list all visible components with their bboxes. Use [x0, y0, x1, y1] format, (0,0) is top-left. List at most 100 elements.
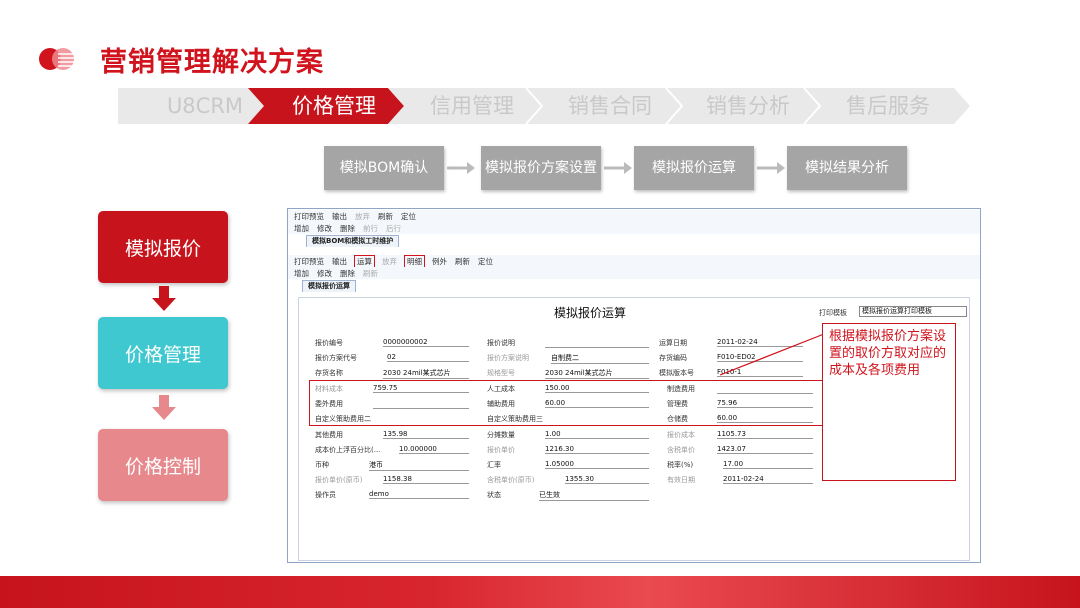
delete-button[interactable]: 删除 — [340, 268, 355, 279]
field-label: 含税单价 — [667, 446, 695, 454]
field-label: 状态 — [487, 491, 501, 499]
refresh-button[interactable]: 刷新 — [378, 211, 393, 222]
spec-field[interactable]: 2030 24mil某式芯片 — [545, 368, 649, 379]
valid-date-field[interactable]: 2011-02-24 — [723, 475, 813, 484]
calculate-button[interactable]: 运算 — [354, 254, 375, 268]
callout-connector — [720, 333, 825, 376]
brand-logo-icon — [39, 48, 76, 70]
field-label: 报价方案说明 — [487, 354, 529, 362]
tab-bom-maintenance[interactable]: 模拟BOM和模拟工时维护 — [306, 235, 400, 247]
delete-button[interactable]: 删除 — [340, 223, 355, 234]
field-label: 汇率 — [487, 461, 501, 469]
currency-field[interactable]: 港币 — [369, 460, 469, 471]
exception-button[interactable]: 例外 — [432, 256, 447, 267]
form-title: 模拟报价运算 — [554, 306, 627, 320]
operator-field[interactable]: demo — [369, 490, 469, 499]
add-button[interactable]: 增加 — [294, 223, 309, 234]
field-label: 报价方案代号 — [315, 354, 357, 362]
flow-step-result-analysis: 模拟结果分析 — [787, 146, 907, 190]
refresh-button[interactable]: 刷新 — [363, 268, 378, 279]
step-simulated-quote: 模拟报价 — [98, 211, 228, 283]
field-label: 规格型号 — [487, 369, 515, 377]
scheme-code-field[interactable]: 02 — [387, 353, 469, 362]
field-label: 辅助费用 — [487, 400, 515, 408]
print-template-label: 打印模板 — [819, 309, 847, 317]
quote-desc-field[interactable] — [545, 338, 649, 348]
breadcrumb-item-price[interactable]: 价格管理 — [272, 88, 396, 124]
field-label: 制造费用 — [667, 385, 695, 393]
field-label: 运算日期 — [659, 339, 687, 347]
locate-button[interactable]: 定位 — [478, 256, 493, 267]
field-label: 存货名称 — [315, 369, 343, 377]
field-label: 报价成本 — [667, 431, 695, 439]
next-row-button[interactable]: 后行 — [386, 223, 401, 234]
field-label: 报价编号 — [315, 339, 343, 347]
inventory-name-field[interactable]: 2030 24mil某式芯片 — [383, 368, 469, 379]
discard-button[interactable]: 放弃 — [355, 211, 370, 222]
footer-band — [0, 576, 1080, 608]
quote-price-orig-field[interactable]: 1158.38 — [383, 475, 469, 484]
toolbar-3: 打印预览 输出 运算 放弃 明细 例外 刷新 定位 — [288, 254, 980, 268]
step-price-control: 价格控制 — [98, 429, 228, 501]
manufacturing-cost-field[interactable] — [717, 384, 813, 394]
status-field[interactable]: 已生效 — [539, 490, 649, 501]
add-button[interactable]: 增加 — [294, 268, 309, 279]
outsourcing-cost-field[interactable] — [373, 399, 469, 409]
management-fee-field[interactable]: 75.96 — [717, 399, 813, 408]
refresh-button[interactable]: 刷新 — [455, 256, 470, 267]
toolbar-1: 打印预览 输出 放弃 刷新 定位 — [288, 210, 980, 222]
breadcrumb-item-u8crm[interactable]: U8CRM — [150, 88, 260, 124]
field-label: 存货编码 — [659, 354, 687, 362]
storage-fee-field[interactable]: 60.00 — [717, 414, 813, 423]
locate-button[interactable]: 定位 — [401, 211, 416, 222]
custom-fee-3-field[interactable] — [565, 414, 649, 423]
labor-cost-field[interactable]: 150.00 — [545, 384, 649, 393]
material-cost-field[interactable]: 759.75 — [373, 384, 469, 393]
other-cost-field[interactable]: 135.98 — [383, 430, 469, 439]
field-label: 材料成本 — [315, 385, 343, 393]
tax-incl-price-field[interactable]: 1423.07 — [717, 445, 813, 454]
arrow-down-icon — [152, 395, 176, 420]
field-label: 有效日期 — [667, 476, 695, 484]
aux-cost-field[interactable]: 60.00 — [545, 399, 649, 408]
custom-fee-2-field[interactable] — [389, 414, 469, 423]
breadcrumb-item-contract[interactable]: 销售合同 — [548, 88, 672, 124]
flow-step-quote-calc: 模拟报价运算 — [634, 146, 754, 190]
field-label: 报价单价 — [487, 446, 515, 454]
tax-rate-field[interactable]: 17.00 — [723, 460, 813, 469]
field-label: 委外费用 — [315, 400, 343, 408]
export-button[interactable]: 输出 — [332, 256, 347, 267]
tab-quote-calc[interactable]: 模拟报价运算 — [302, 280, 356, 292]
quote-cost-field[interactable]: 1105.73 — [717, 430, 813, 439]
discard-button[interactable]: 放弃 — [382, 256, 397, 267]
alloc-qty-field[interactable]: 1.00 — [545, 430, 649, 439]
field-label: 仓储费 — [667, 415, 688, 423]
print-preview-button[interactable]: 打印预览 — [294, 211, 324, 222]
detail-button[interactable]: 明细 — [404, 254, 425, 268]
step-price-management: 价格管理 — [98, 317, 228, 389]
arrow-right-icon — [757, 162, 785, 174]
print-template-select[interactable]: 模拟报价运算打印模板 — [859, 306, 967, 317]
breadcrumb-item-service[interactable]: 售后服务 — [826, 88, 950, 124]
export-button[interactable]: 输出 — [332, 211, 347, 222]
print-preview-button[interactable]: 打印预览 — [294, 256, 324, 267]
arrow-right-icon — [447, 162, 475, 174]
quote-no-field[interactable]: 0000000002 — [383, 338, 469, 347]
scheme-desc-field[interactable]: 自制费二 — [551, 353, 649, 364]
field-label: 模拟版本号 — [659, 369, 694, 377]
markup-percent-field[interactable]: 10.000000 — [399, 445, 469, 454]
breadcrumb-item-analysis[interactable]: 销售分析 — [686, 88, 810, 124]
breadcrumb-item-credit[interactable]: 信用管理 — [410, 88, 534, 124]
callout-note: 根据模拟报价方案设置的取价方取对应的成本及各项费用 — [822, 323, 956, 481]
edit-button[interactable]: 修改 — [317, 223, 332, 234]
exchange-rate-field[interactable]: 1.05000 — [545, 460, 649, 469]
field-label: 其他费用 — [315, 431, 343, 439]
field-label: 自定义策助费用三 — [487, 415, 543, 423]
quote-price-field[interactable]: 1216.30 — [545, 445, 649, 454]
field-label: 人工成本 — [487, 385, 515, 393]
toolbar-2: 增加 修改 删除 前行 后行 — [288, 222, 980, 234]
edit-button[interactable]: 修改 — [317, 268, 332, 279]
prev-row-button[interactable]: 前行 — [363, 223, 378, 234]
field-label: 报价单价(原币) — [315, 476, 363, 484]
tax-incl-price-orig-field[interactable]: 1355.30 — [565, 475, 649, 484]
